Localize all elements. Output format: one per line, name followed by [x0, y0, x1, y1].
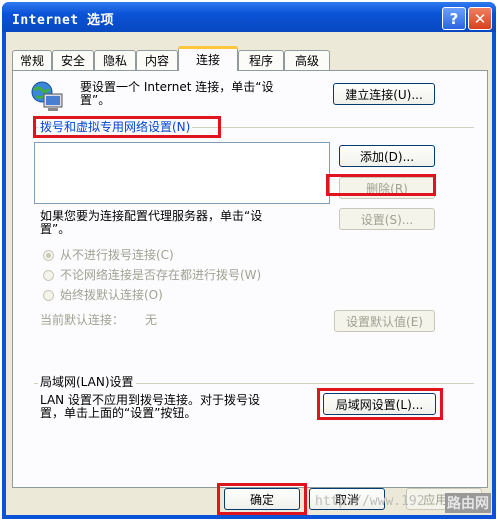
tab-general[interactable]: 常规 [12, 50, 52, 70]
window-title: Internet 选项 [12, 13, 114, 28]
radio-dial-whenever-no-network[interactable] [43, 270, 54, 281]
lan-group-header: 局域网(LAN)设置 [38, 375, 136, 389]
title-bar[interactable]: Internet 选项 ? ✕ [2, 2, 496, 32]
radio-always-dial-default-label: 始终拨默认连接(O) [60, 288, 163, 302]
setup-connection-button[interactable]: 建立连接(U)... [333, 83, 435, 105]
network-connection-icon [31, 81, 63, 111]
connections-listbox[interactable] [34, 142, 330, 204]
radio-never-dial[interactable] [43, 250, 54, 261]
proxy-instruction-line2: 置”。 [40, 222, 71, 236]
watermark-url: http://www.192 [315, 494, 425, 509]
help-button[interactable]: ? [442, 7, 466, 30]
tab-programs[interactable]: 程序 [238, 50, 284, 70]
current-default-value: 无 [145, 313, 158, 327]
setup-instruction-line2: 置”。 [80, 93, 111, 107]
radio-never-dial-label: 从不进行拨号连接(C) [60, 248, 174, 262]
tab-security[interactable]: 安全 [52, 50, 94, 70]
tab-connections[interactable]: 连接 [178, 46, 238, 71]
tab-advanced[interactable]: 高级 [284, 50, 330, 70]
tab-content[interactable]: 内容 [136, 50, 178, 70]
radio-dial-whenever-no-network-label: 不论网络连接是否存在都进行拨号(W) [60, 268, 262, 282]
lan-instruction-line2: 置，单击上面的“设置”按钮。 [40, 406, 197, 420]
remove-connection-button[interactable]: 删除(R) [339, 177, 435, 199]
radio-always-dial-default[interactable] [43, 290, 54, 301]
set-default-button[interactable]: 设置默认值(E) [334, 310, 435, 332]
lan-settings-button[interactable]: 局域网设置(L)... [323, 393, 436, 415]
watermark-logo: 路由网 [445, 493, 491, 513]
ok-button[interactable]: 确定 [224, 488, 300, 510]
dialup-group-header: 拨号和虚拟专用网络设置(N) [38, 120, 193, 134]
proxy-instruction-line1: 如果您要为连接配置代理服务器，单击“设 [40, 209, 263, 223]
close-button[interactable]: ✕ [468, 7, 492, 30]
tab-privacy[interactable]: 隐私 [94, 50, 136, 70]
connection-settings-button[interactable]: 设置(S)... [339, 208, 435, 230]
add-connection-button[interactable]: 添加(D)... [339, 145, 435, 167]
current-default-label: 当前默认连接： [40, 313, 125, 327]
